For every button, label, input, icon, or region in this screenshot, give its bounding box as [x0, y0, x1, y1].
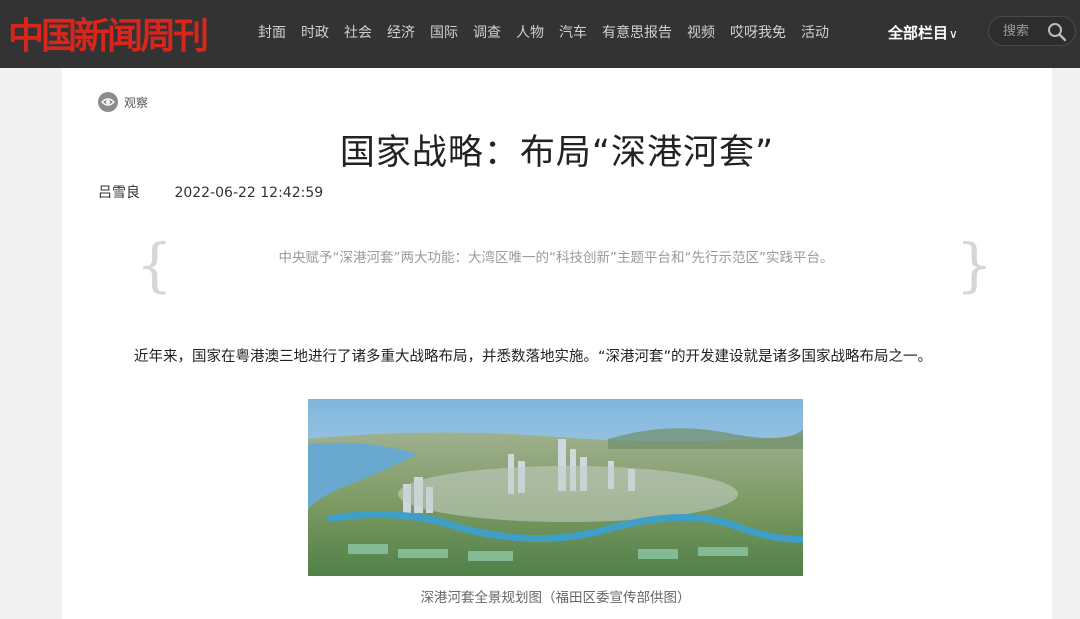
article-summary: { 中央赋予“深港河套”两大功能：大湾区唯一的“科技创新”主题平台和“先行示范区… [136, 231, 993, 299]
nav-item-auto[interactable]: 汽车 [559, 23, 587, 43]
article-title: 国家战略：布局“深港河套” [339, 133, 775, 173]
left-brace-decoration: { [136, 231, 173, 299]
nav-item-cover[interactable]: 封面 [258, 23, 286, 43]
column-label: 观察 [124, 95, 149, 110]
search-input[interactable] [1003, 22, 1049, 40]
column-tag[interactable]: 观察 [98, 92, 148, 112]
nav-item-investigation[interactable]: 调查 [473, 23, 501, 43]
nav-item-politics[interactable]: 时政 [301, 23, 329, 43]
search-box [988, 16, 1076, 46]
search-icon[interactable] [1047, 22, 1067, 42]
site-logo[interactable]: 中国新闻周刊 [8, 10, 209, 57]
article-byline: 吕雪良 2022-06-22 12:42:59 [98, 182, 323, 202]
article-paragraph: 近年来，国家在粤港澳三地进行了诸多重大战略布局，并悉数落地实施。“深港河套”的开… [134, 349, 933, 365]
nav-item-video[interactable]: 视频 [687, 23, 715, 43]
nav-item-interesting-report[interactable]: 有意思报告 [602, 23, 672, 43]
all-columns-menu[interactable]: 全部栏目∨ [888, 23, 958, 44]
top-nav-bar: 中国新闻周刊 封面 时政 社会 经济 国际 调查 人物 汽车 有意思报告 视频 … [0, 0, 1080, 68]
nav-item-events[interactable]: 活动 [801, 23, 829, 43]
article-card: 观察 国家战略：布局“深港河套” 吕雪良 2022-06-22 12:42:59… [62, 68, 1052, 619]
author-name: 吕雪良 [98, 185, 140, 201]
main-nav: 封面 时政 社会 经济 国际 调查 人物 汽车 有意思报告 视频 哎呀我免 活动 [258, 23, 844, 43]
nav-item-economy[interactable]: 经济 [387, 23, 415, 43]
chevron-down-icon: ∨ [949, 27, 958, 41]
article-image [308, 399, 803, 576]
nav-item-society[interactable]: 社会 [344, 23, 372, 43]
nav-item-people[interactable]: 人物 [516, 23, 544, 43]
nav-item-aiya[interactable]: 哎呀我免 [730, 23, 786, 43]
summary-text: 中央赋予“深港河套”两大功能：大湾区唯一的“科技创新”主题平台和“先行示范区”实… [278, 250, 834, 266]
eye-icon [98, 92, 118, 112]
publish-datetime: 2022-06-22 12:42:59 [174, 185, 324, 201]
nav-item-international[interactable]: 国际 [430, 23, 458, 43]
all-columns-label: 全部栏目 [888, 24, 949, 42]
image-caption: 深港河套全景规划图（福田区委宣传部供图） [420, 590, 691, 606]
right-brace-decoration: } [956, 231, 993, 299]
